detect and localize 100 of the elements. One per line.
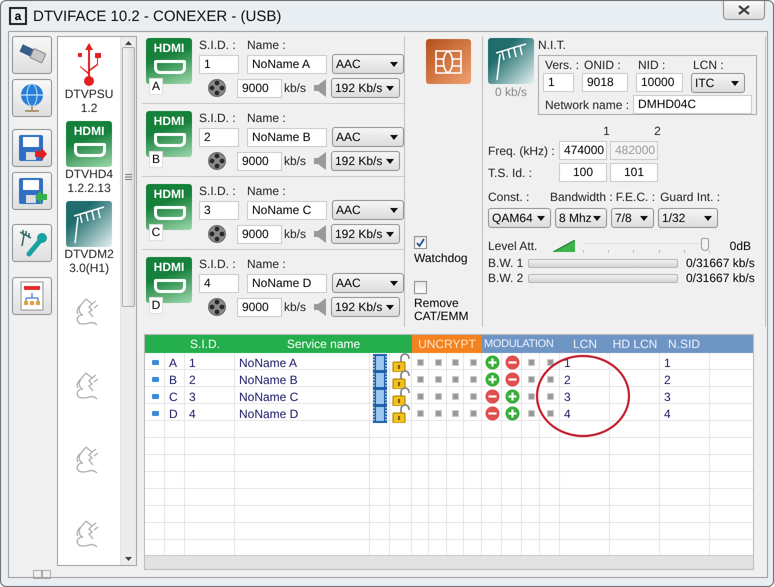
toolbar-button[interactable]: [12, 36, 52, 74]
service-name-cell: NoName B: [239, 372, 298, 386]
slider-thumb[interactable]: [701, 238, 709, 251]
bitrate-field[interactable]: 9000: [237, 224, 282, 244]
audio-rate-dropdown[interactable]: 192 Kb/s: [331, 297, 400, 317]
onid-field[interactable]: 9018: [582, 73, 628, 92]
toolbar-button[interactable]: [12, 79, 52, 117]
status-square: [470, 410, 476, 417]
port-cell: B: [169, 372, 178, 386]
codec-dropdown[interactable]: AAC: [332, 127, 404, 147]
audio-rate-dropdown[interactable]: 192 Kb/s: [331, 224, 400, 244]
sid-field[interactable]: 3: [199, 201, 239, 220]
plus-icon[interactable]: [484, 355, 500, 370]
status-square: [434, 393, 442, 400]
window-layout-icon[interactable]: [33, 570, 51, 579]
film-strip-icon: [373, 370, 387, 388]
setting-dropdown[interactable]: 7/8: [611, 208, 654, 228]
scroll-down-icon[interactable]: [125, 557, 132, 561]
frequency-field[interactable]: 474000: [559, 141, 607, 160]
smart-card-chip-icon[interactable]: [426, 39, 471, 84]
status-square: [470, 393, 476, 400]
plus-icon[interactable]: [484, 372, 500, 387]
toolbar-button[interactable]: [12, 172, 52, 210]
caret-icon: [390, 280, 398, 286]
toolbar-button[interactable]: [12, 224, 52, 262]
bitrate-field[interactable]: 9000: [237, 78, 282, 98]
close-button[interactable]: [723, 1, 765, 20]
status-square: [546, 376, 554, 383]
nsid-cell: 4: [664, 406, 671, 420]
status-square: [452, 376, 459, 383]
name-label: Name :: [247, 257, 287, 271]
name-label: Name :: [247, 184, 287, 198]
version-field[interactable]: 1: [543, 73, 574, 92]
hdmi-logo[interactable]: HDMI: [66, 121, 112, 167]
scroll-up-icon[interactable]: [125, 41, 132, 45]
status-square: [528, 393, 534, 400]
codec-dropdown[interactable]: AAC: [332, 273, 404, 293]
name-field[interactable]: NoName A: [247, 55, 327, 74]
network-name-field[interactable]: DMHD04C: [633, 95, 752, 114]
caret-icon: [386, 158, 394, 164]
setting-dropdown[interactable]: 1/32: [658, 208, 718, 228]
sid-field[interactable]: 2: [199, 128, 239, 147]
speaker-icon: [314, 79, 326, 97]
horizontal-scrollbar[interactable]: [145, 555, 753, 569]
padlock-icon[interactable]: [392, 353, 410, 372]
bandwidth-reading: 0/31667 kb/s: [686, 256, 755, 270]
minus-icon[interactable]: [504, 372, 520, 387]
service-name-cell: NoName A: [239, 356, 298, 370]
level-reading: 0dB: [730, 239, 751, 253]
sid-cell: 4: [189, 406, 196, 420]
status-square: [470, 376, 476, 383]
nid-field[interactable]: 10000: [636, 73, 683, 92]
codec-dropdown[interactable]: AAC: [332, 54, 404, 74]
minus-icon[interactable]: [504, 355, 520, 370]
checkbox[interactable]: [414, 281, 427, 294]
audio-rate-dropdown[interactable]: 192 Kb/s: [331, 151, 400, 171]
setting-dropdown[interactable]: QAM64: [488, 208, 551, 228]
padlock-icon[interactable]: [392, 404, 410, 423]
sid-field[interactable]: 1: [199, 55, 239, 74]
name-field[interactable]: NoName D: [247, 274, 327, 293]
checkbox[interactable]: [414, 236, 427, 249]
name-field[interactable]: NoName C: [247, 201, 327, 220]
film-strip-icon: [373, 404, 387, 422]
status-square: [528, 376, 534, 383]
toolbar-button[interactable]: [12, 277, 52, 315]
checkbox-label: Remove CAT/EMM: [414, 297, 470, 323]
lcn-cell: 4: [564, 406, 571, 420]
device-name: DTVDM2: [64, 247, 114, 261]
caret-icon: [390, 134, 398, 140]
caret-icon: [640, 216, 648, 220]
scrollbar-thumb[interactable]: [122, 47, 136, 307]
bitrate-field[interactable]: 9000: [237, 298, 282, 316]
port-cell: C: [169, 390, 178, 404]
service-name-cell: NoName C: [239, 390, 298, 404]
minus-icon[interactable]: [484, 389, 500, 404]
status-square: [452, 359, 459, 366]
minus-icon[interactable]: [484, 406, 500, 421]
bitrate-field[interactable]: 9000: [237, 152, 282, 170]
device-version: 1.2: [80, 101, 98, 115]
film-reel-icon: [207, 297, 227, 317]
lcn-dropdown[interactable]: ITC: [691, 73, 745, 93]
plus-icon[interactable]: [504, 406, 520, 421]
padlock-icon[interactable]: [392, 387, 410, 406]
unit-label: kb/s: [284, 81, 308, 95]
setting-dropdown[interactable]: 8 Mhz: [555, 208, 607, 228]
name-field[interactable]: NoName B: [247, 128, 327, 147]
ts-id-field[interactable]: 101: [610, 163, 658, 182]
plus-icon[interactable]: [504, 389, 520, 404]
audio-rate-dropdown[interactable]: 192 Kb/s: [331, 78, 400, 98]
ts-id-field[interactable]: 100: [559, 163, 607, 182]
toolbar-button[interactable]: [12, 129, 52, 167]
device-version: 1.2.2.13: [67, 181, 111, 195]
window-title: DTVIFACE 10.2 - CONEXER - (USB): [33, 8, 282, 24]
padlock-icon[interactable]: [392, 370, 410, 389]
nsid-cell: 1: [664, 356, 671, 370]
status-square: [470, 359, 476, 366]
speaker-icon: [314, 152, 326, 170]
sid-field[interactable]: 4: [199, 274, 239, 293]
antenna-icon[interactable]: [66, 201, 112, 247]
codec-dropdown[interactable]: AAC: [332, 200, 404, 220]
